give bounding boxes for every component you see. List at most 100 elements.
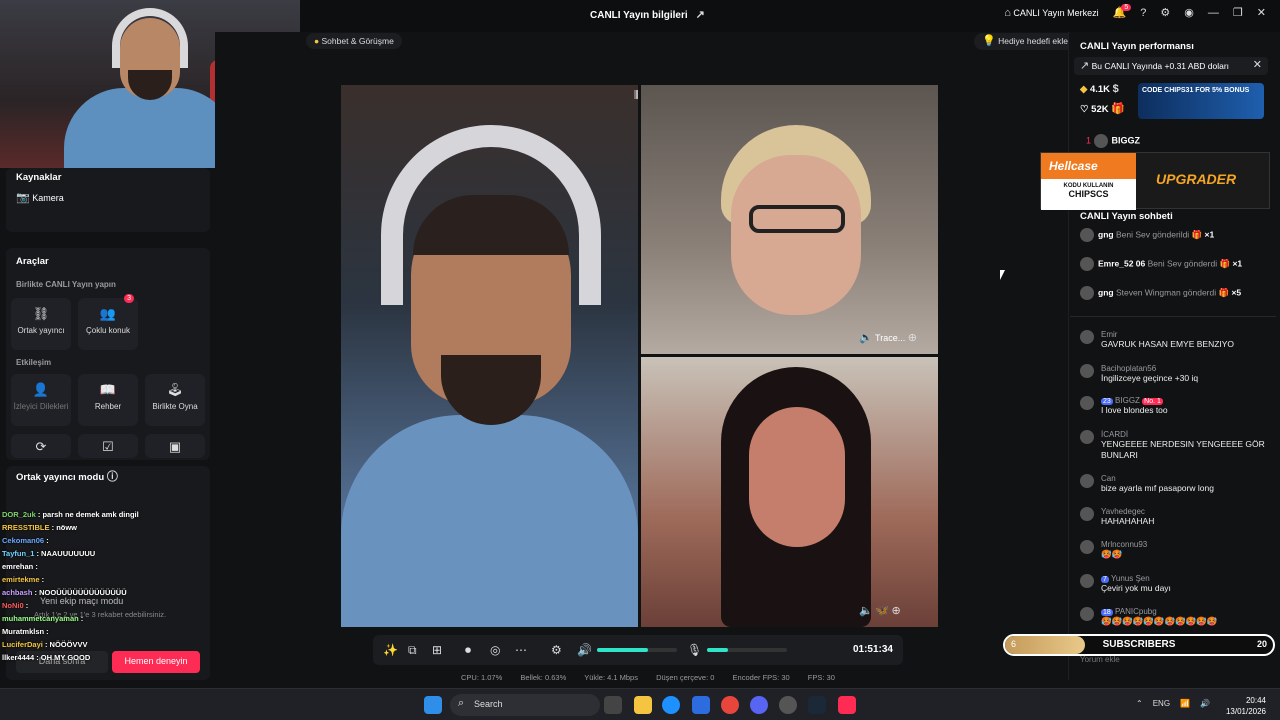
taskbar-clock[interactable]: 20:44 13/01/2026	[1226, 695, 1266, 717]
subscribers-label: SUBSCRIBERS	[1102, 639, 1176, 650]
layout-icon[interactable]: ⊞	[432, 643, 442, 657]
maximize-icon[interactable]: ❐	[1233, 8, 1243, 19]
chat-comment[interactable]: 18 PANICpubg 🥵🥵🥵🥵🥵🥵🥵🥵🥵🥵🥵	[1080, 607, 1266, 627]
screen-capture-icon[interactable]: ⧉	[408, 643, 417, 658]
app-icon[interactable]	[779, 696, 797, 714]
guide-button[interactable]: 📖 Rehber	[78, 374, 138, 426]
chat-comment[interactable]: Emir GAVRUK HASAN EMYE BENZIYO	[1080, 330, 1266, 350]
steam-icon[interactable]	[808, 696, 826, 714]
divider	[1070, 316, 1276, 317]
subscribers-goal: 20	[1256, 639, 1267, 649]
share-icon: ↗	[695, 9, 705, 21]
comment-user: PANICpubg	[1115, 607, 1157, 616]
camera-source[interactable]: 📷 Kamera	[16, 193, 64, 204]
overlay-chat-user: Tayfun_1	[2, 549, 35, 558]
tool-extra-1[interactable]: ⟳	[11, 434, 71, 458]
overlay-chat-text: NÖÖÖVVV	[49, 640, 88, 649]
chat-comment[interactable]: Can bize ayarla mıf pasaporw long	[1080, 474, 1266, 494]
overlay-chat-user: NoNi0	[2, 601, 24, 610]
overlay-chat-sep: :	[44, 627, 49, 636]
lang-indicator[interactable]: ENG	[1153, 699, 1170, 708]
chat-comment[interactable]: 23 BIGGZ No. 1I love blondes too	[1080, 396, 1266, 416]
multi-guest-button[interactable]: 3 👥 Çoklu konuk	[78, 294, 138, 350]
overlay-chat-user: Cekoman06	[2, 536, 45, 545]
microphone-icon[interactable]: 🎙	[687, 643, 702, 657]
comment-input[interactable]: Yorum ekle	[1070, 655, 1250, 669]
tool-extra-2[interactable]: ☑	[78, 434, 138, 458]
record-icon[interactable]: ⏺	[465, 643, 471, 658]
chevron-up-icon[interactable]: ⌃	[1136, 699, 1143, 708]
comment-user: Yunus Şen	[1110, 574, 1150, 583]
webcam-body	[64, 88, 236, 168]
guest2-face	[749, 407, 845, 547]
chat-comment[interactable]: İCARDİ YENGEEEE NERDESIN YENGEEEE GÖR BUN…	[1080, 430, 1266, 461]
co-host-button[interactable]: ⛓ Ortak yayıncı	[11, 298, 71, 350]
sources-card: Kaynaklar 📷 Kamera	[6, 168, 210, 232]
chat-comment[interactable]: Mrlnconnu93 🥵🥵	[1080, 540, 1266, 560]
chat-comment[interactable]: Bacihoplatan56 İngilizceye geçince +30 iq	[1080, 364, 1266, 384]
like-count: ♡ 52K 🎁	[1080, 104, 1125, 116]
notification-button[interactable]: 🔔 5	[1113, 4, 1132, 19]
chat-comment[interactable]: 7 Yunus Şen Çeviri yok mu dayı	[1080, 574, 1266, 594]
avatar	[1080, 507, 1094, 521]
minimize-icon[interactable]: —	[1208, 8, 1219, 19]
layout-toggle-icon[interactable]: ⫼	[634, 90, 639, 101]
chat-comment[interactable]: Yavhedegec HAHAHAHAH	[1080, 507, 1266, 527]
play-together-button[interactable]: 🕹 Birlikte Oyna	[145, 374, 205, 426]
comment-user: İCARDİ	[1101, 430, 1129, 439]
edge-icon[interactable]	[662, 696, 680, 714]
comment-user-row: İCARDİ	[1080, 430, 1266, 439]
guest-video-tile-1[interactable]: 🔈 Trace... ⊕	[641, 85, 938, 354]
magic-wand-icon[interactable]: ✨	[383, 643, 398, 657]
more-icon[interactable]: ⋯	[515, 643, 527, 657]
stream-info-link[interactable]: CANLI Yayın bilgileri ↗	[590, 9, 705, 22]
close-icon[interactable]: ✕	[1253, 60, 1262, 71]
wifi-icon[interactable]: 📶	[1180, 699, 1190, 708]
live-center-button[interactable]: ⌂ CANLI Yayın Merkezi	[1004, 8, 1098, 19]
store-icon[interactable]	[692, 696, 710, 714]
overlay-chat-sep: :	[34, 653, 41, 662]
speaker-volume-slider[interactable]	[597, 648, 677, 652]
adjust-icon[interactable]: ⚙	[551, 643, 562, 657]
host-video-tile[interactable]	[341, 85, 638, 627]
butterfly-icon: 🦋	[875, 605, 889, 617]
overlay-chat-user: Muratmklsn	[2, 627, 45, 636]
file-explorer-icon[interactable]	[634, 696, 652, 714]
speaker-icon[interactable]: 🔈	[859, 606, 873, 617]
tool-extra-3[interactable]: ▣	[145, 434, 205, 458]
chrome-icon[interactable]	[721, 696, 739, 714]
tiktok-live-icon[interactable]	[838, 696, 856, 714]
windows-start-icon[interactable]	[424, 696, 442, 714]
taskbar-search[interactable]: ⌕ Search	[450, 694, 600, 716]
memory-stat: Bellek: 0.63%	[520, 673, 567, 682]
chat-call-pill[interactable]: ● Sohbet & Görüşme	[306, 33, 402, 49]
volume-icon[interactable]: 🔊	[577, 643, 592, 657]
close-icon[interactable]: ✕	[1257, 8, 1266, 19]
overlay-chat-sep: :	[39, 575, 45, 584]
add-icon[interactable]: ⊕	[908, 333, 917, 344]
gift-goal-button[interactable]: 💡 Hediye hedefi ekle	[974, 33, 1077, 50]
hellcase-ad: Hellcase KODU KULLANIN CHIPSCS UPGRADER	[1040, 152, 1270, 210]
effects-icon[interactable]: ◎	[490, 643, 500, 657]
users-icon: 👥	[99, 306, 117, 321]
avatar[interactable]: ◉	[1184, 8, 1194, 19]
speaker-icon[interactable]: 🔊	[1200, 699, 1210, 708]
viewer-wishes-button[interactable]: 👤 İzleyici Dilekleri	[11, 374, 71, 426]
mic-volume-slider[interactable]	[707, 648, 787, 652]
overlay-chat: DOR_2uk : parsh ne demek amk dingil RRESS…	[2, 508, 212, 678]
help-icon[interactable]: ?	[1140, 8, 1146, 19]
speaker-icon[interactable]: 🔈	[859, 333, 873, 344]
host-jacket	[341, 415, 638, 627]
guest-video-tile-2[interactable]: 🔈 🦋 ⊕	[641, 357, 938, 627]
top-gifter[interactable]: 1 BIGGZ	[1086, 134, 1140, 148]
code-ad-banner[interactable]: CODE CHIPS31 FOR 5% BONUS	[1138, 83, 1264, 119]
add-icon[interactable]: ⊕	[891, 606, 900, 617]
overlay-chat-line: muhammetcanyaman :	[2, 612, 212, 625]
top-right-controls: ⌂ CANLI Yayın Merkezi 🔔 5 ? ⚙ ◉ — ❐ ✕	[1004, 4, 1266, 19]
gear-icon[interactable]: ⚙	[1160, 8, 1170, 19]
help-icon[interactable]: ⓘ	[107, 472, 118, 483]
overlay-chat-user: emrehan	[2, 562, 34, 571]
discord-icon[interactable]	[750, 696, 768, 714]
hellcase-logo: Hellcase	[1041, 153, 1136, 179]
task-view-icon[interactable]	[604, 696, 622, 714]
